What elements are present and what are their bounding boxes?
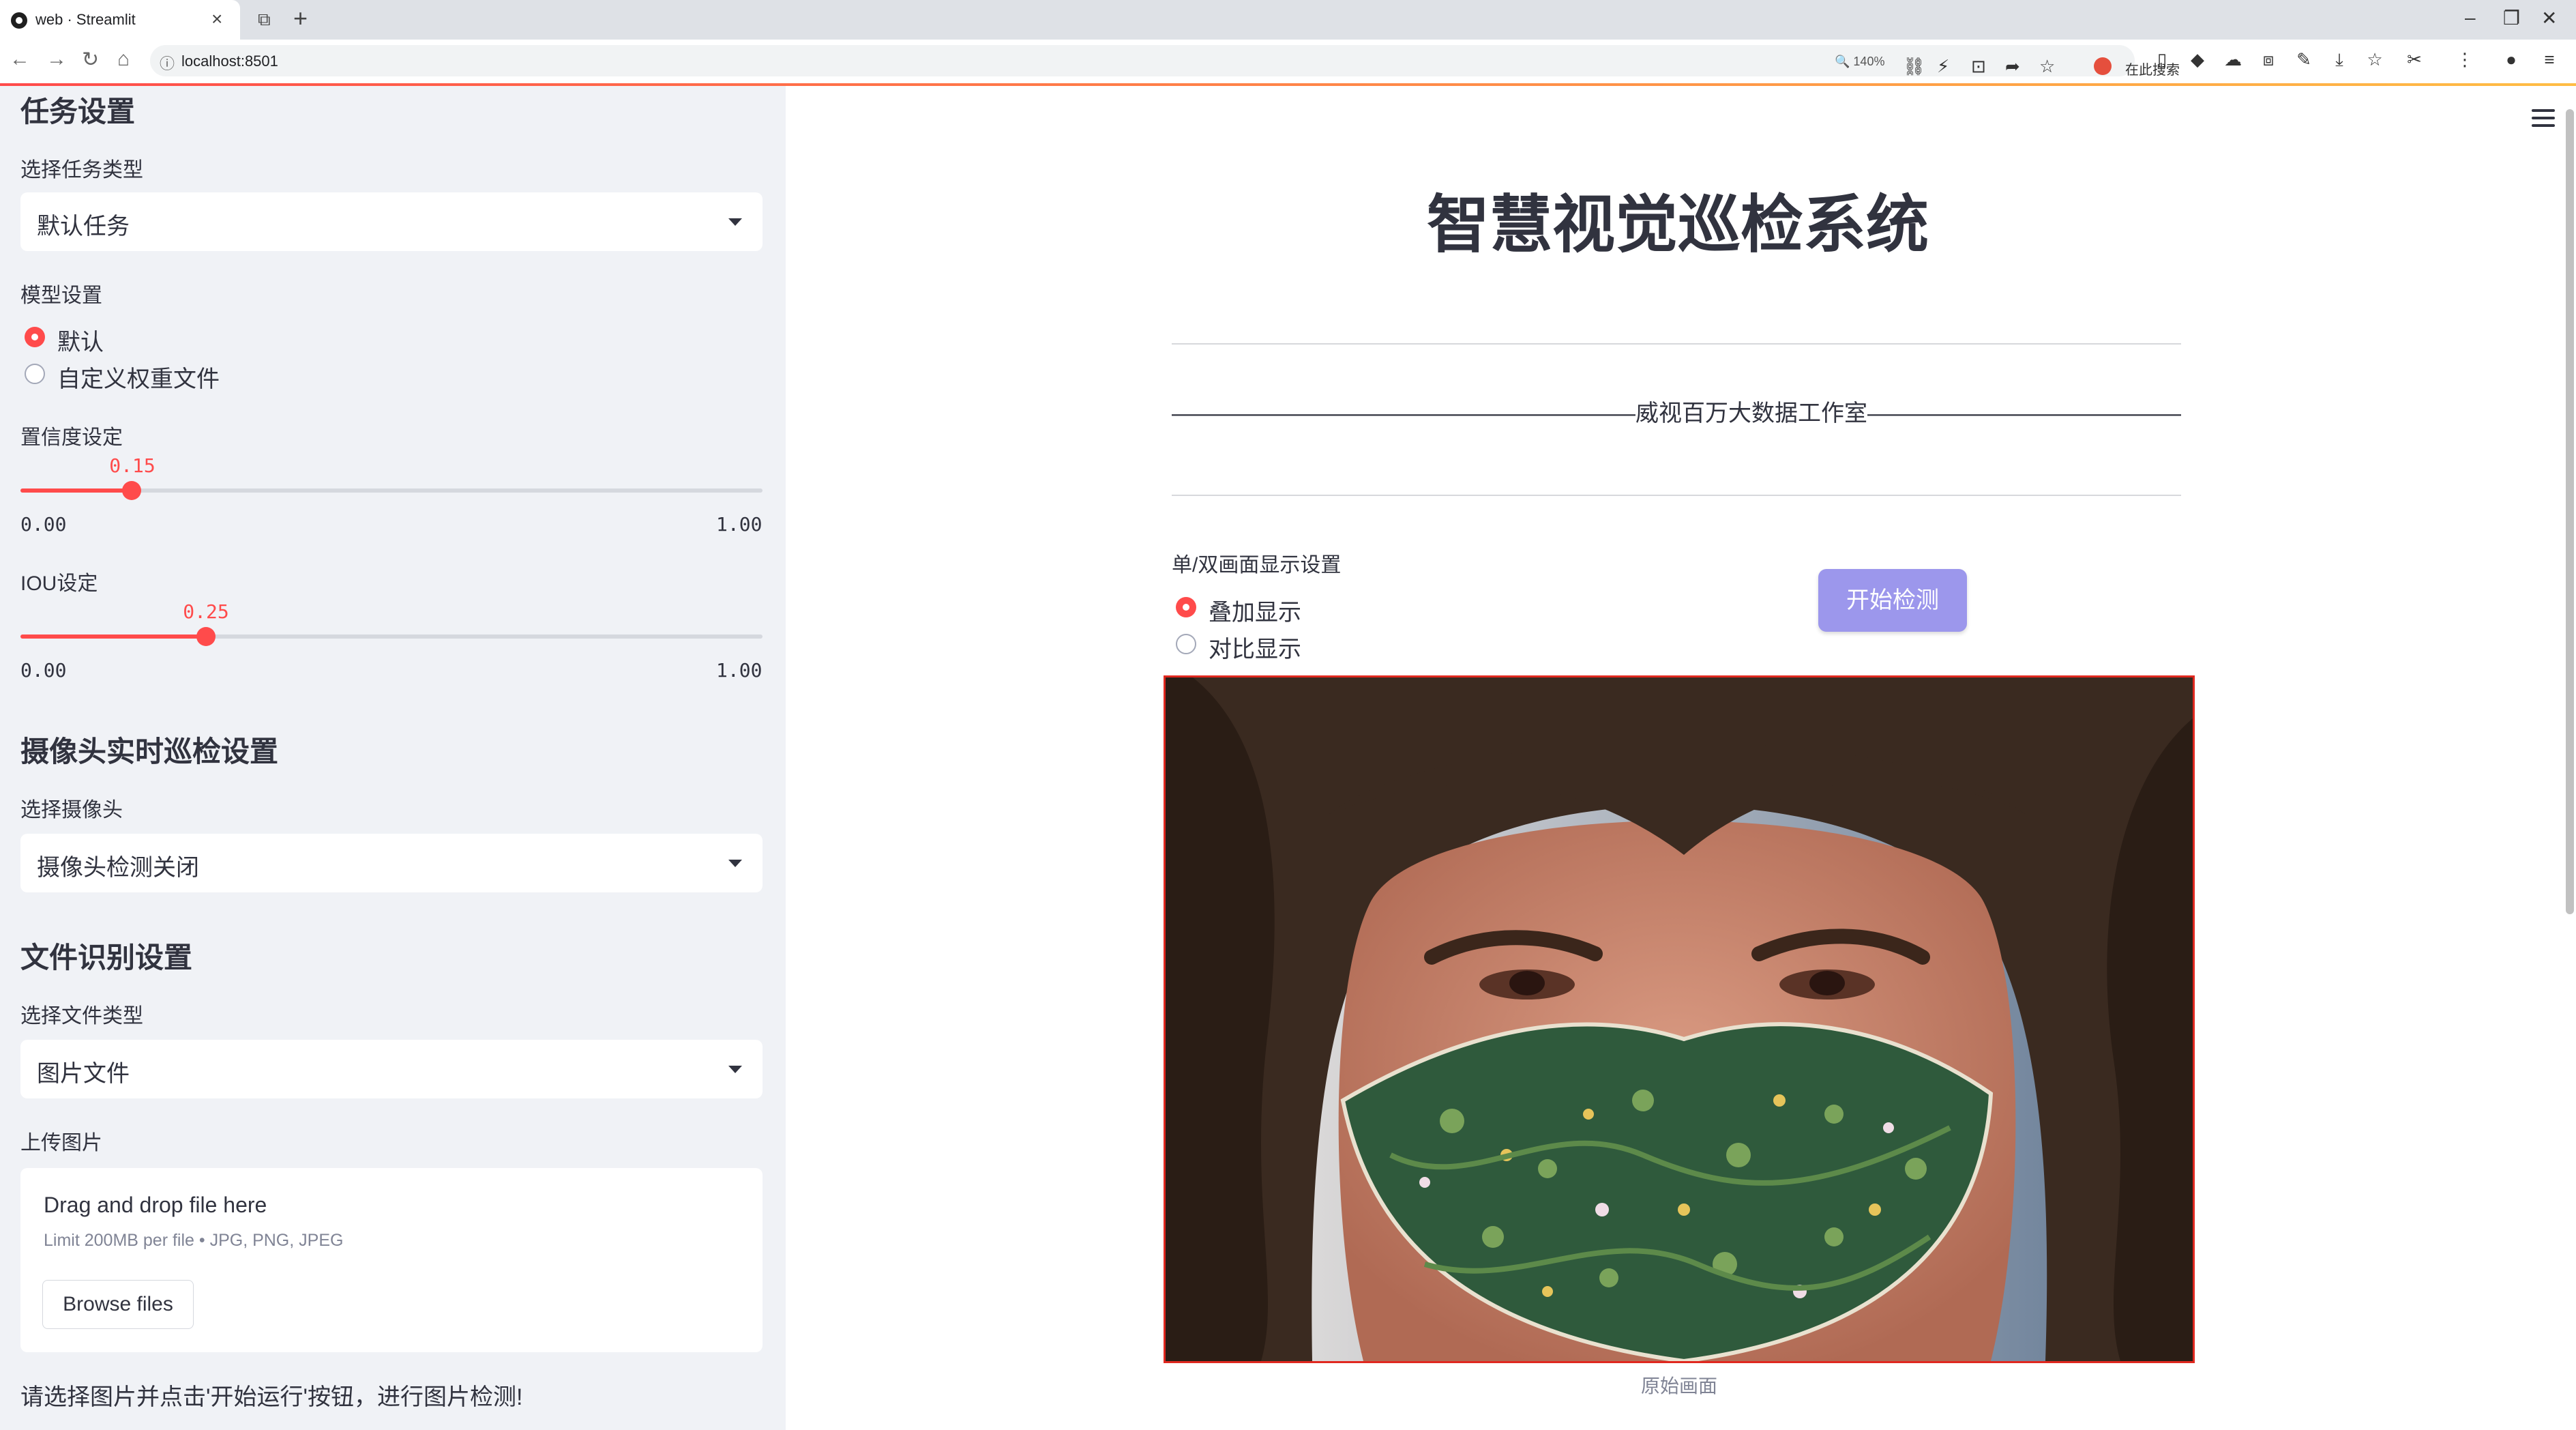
- model-option-label: 自定义权重文件: [57, 366, 220, 392]
- tab-group-icon[interactable]: ⧉: [258, 9, 271, 31]
- start-detection-button[interactable]: 开始检测: [1818, 569, 1967, 632]
- browser-tab[interactable]: web · Streamlit ×: [0, 0, 240, 40]
- zoom-indicator[interactable]: 🔍 140%: [1835, 55, 1884, 69]
- bookmark-star-icon[interactable]: ☆: [2039, 56, 2055, 77]
- more-menu-icon[interactable]: ⋮: [2455, 49, 2474, 70]
- confidence-value: 0.15: [109, 454, 156, 477]
- iou-slider-thumb[interactable]: [196, 627, 216, 646]
- tab-title: web · Streamlit: [35, 11, 136, 28]
- chevron-down-icon: [728, 860, 742, 867]
- close-window-icon[interactable]: ✕: [2541, 7, 2557, 29]
- page-scrollbar[interactable]: [2566, 109, 2574, 914]
- share-icon[interactable]: ➦: [2005, 56, 2020, 77]
- confidence-slider[interactable]: [20, 481, 763, 500]
- camera-settings-header: 摄像头实时巡检设置: [20, 735, 279, 768]
- file-dropzone[interactable]: Drag and drop file here Limit 200MB per …: [20, 1168, 763, 1352]
- display-option-label: 叠加显示: [1209, 600, 1301, 626]
- forward-icon[interactable]: →: [46, 48, 67, 71]
- task-type-value: 默认任务: [37, 214, 130, 239]
- upload-label: 上传图片: [20, 1132, 102, 1154]
- address-bar: ← → ↻ ⌂ ⓘ localhost:8501 🔍 140% ⛓ ⚡ ⊡ ➦ …: [0, 40, 2576, 84]
- image-caption: 原始画面: [1640, 1375, 1717, 1397]
- task-type-select[interactable]: 默认任务: [20, 192, 763, 251]
- back-icon[interactable]: ←: [10, 48, 30, 71]
- home-icon[interactable]: ⌂: [117, 48, 130, 71]
- confidence-label: 置信度设定: [20, 426, 123, 449]
- favorites-icon[interactable]: ☆: [2365, 49, 2384, 70]
- original-image: [1164, 675, 2195, 1363]
- display-option-label: 对比显示: [1209, 637, 1301, 662]
- file-type-select[interactable]: 图片文件: [20, 1040, 763, 1098]
- search-box[interactable]: 在此搜索: [2087, 53, 2278, 79]
- file-settings-header: 文件识别设置: [20, 942, 193, 974]
- divider-bottom: [1172, 495, 2181, 496]
- url-field[interactable]: ⓘ localhost:8501 🔍 140% ⛓ ⚡ ⊡ ➦ ☆ 在此搜索: [150, 45, 2180, 78]
- screenshot-icon[interactable]: ⊡: [1971, 56, 1986, 77]
- iou-label: IOU设定: [20, 572, 98, 595]
- mobile-icon[interactable]: ▯: [2152, 49, 2172, 70]
- dropzone-limit: Limit 200MB per file • JPG, PNG, JPEG: [44, 1231, 344, 1250]
- url-text: localhost:8501: [181, 53, 278, 70]
- iou-value: 0.25: [183, 600, 229, 623]
- model-option-label: 默认: [57, 330, 104, 355]
- task-settings-header: 任务设置: [20, 96, 136, 128]
- iou-max: 1.00: [716, 659, 763, 682]
- divider-top: [1172, 343, 2181, 345]
- extension-pen-icon[interactable]: ✎: [2294, 49, 2313, 70]
- camera-label: 选择摄像头: [20, 799, 123, 821]
- lightning-icon[interactable]: ⚡: [1937, 56, 1949, 77]
- hamburger-menu-icon[interactable]: [2532, 109, 2555, 132]
- extension-color-icon[interactable]: ◆: [2188, 49, 2207, 70]
- sidebar-instruction: 请选择图片并点击'开始运行'按钮，进行图片检测!: [20, 1384, 523, 1410]
- model-settings-label: 模型设置: [20, 284, 102, 307]
- streamlit-favicon-icon: [11, 12, 27, 29]
- studio-banner: ————————————————————威视百万大数据工作室——————————…: [1172, 400, 2181, 426]
- display-mode-label: 单/双画面显示设置: [1172, 554, 1342, 577]
- dropzone-title: Drag and drop file here: [44, 1193, 267, 1217]
- scissors-icon[interactable]: ✂: [2405, 49, 2424, 70]
- radio-checked-icon: [1176, 597, 1196, 617]
- confidence-slider-fill: [20, 488, 132, 493]
- tab-close-icon[interactable]: ×: [211, 8, 222, 30]
- task-type-label: 选择任务类型: [20, 159, 143, 181]
- chevron-down-icon: [728, 218, 742, 226]
- browser-menu-icon[interactable]: ≡: [2540, 49, 2559, 70]
- search-engine-icon: [2094, 57, 2112, 75]
- site-info-icon[interactable]: ⓘ: [160, 52, 175, 74]
- download-icon[interactable]: ⤓: [2330, 49, 2349, 70]
- translate-icon[interactable]: ⛓: [1903, 56, 1925, 77]
- iou-slider-fill: [20, 634, 206, 639]
- profile-avatar[interactable]: ●: [2502, 49, 2521, 70]
- camera-select[interactable]: 摄像头检测关闭: [20, 834, 763, 892]
- face-with-mask-illustration: [1166, 677, 2193, 1361]
- confidence-max: 1.00: [716, 513, 763, 536]
- confidence-slider-thumb[interactable]: [122, 481, 141, 500]
- radio-unchecked-icon: [1176, 634, 1196, 654]
- iou-min: 0.00: [20, 659, 67, 682]
- browser-tab-bar: web · Streamlit × ⧉ + – ❐ ✕: [0, 0, 2576, 40]
- minimize-icon[interactable]: –: [2465, 7, 2476, 29]
- new-tab-icon[interactable]: +: [293, 4, 308, 33]
- file-type-label: 选择文件类型: [20, 1005, 143, 1027]
- chevron-down-icon: [728, 1066, 742, 1073]
- confidence-min: 0.00: [20, 513, 67, 536]
- extension-cloud-icon[interactable]: ☁: [2223, 49, 2242, 70]
- page-title: 智慧视觉巡检系统: [1426, 190, 1929, 260]
- file-type-value: 图片文件: [37, 1061, 130, 1087]
- browse-files-button[interactable]: Browse files: [42, 1280, 194, 1329]
- camera-value: 摄像头检测关闭: [37, 855, 199, 881]
- extension-translate-icon[interactable]: ⧈: [2259, 49, 2278, 70]
- zoom-level: 140%: [1853, 55, 1885, 68]
- iou-slider[interactable]: [20, 627, 763, 646]
- restore-icon[interactable]: ❐: [2503, 7, 2520, 29]
- reload-icon[interactable]: ↻: [82, 48, 99, 72]
- radio-checked-icon: [25, 327, 45, 347]
- radio-unchecked-icon: [25, 364, 45, 384]
